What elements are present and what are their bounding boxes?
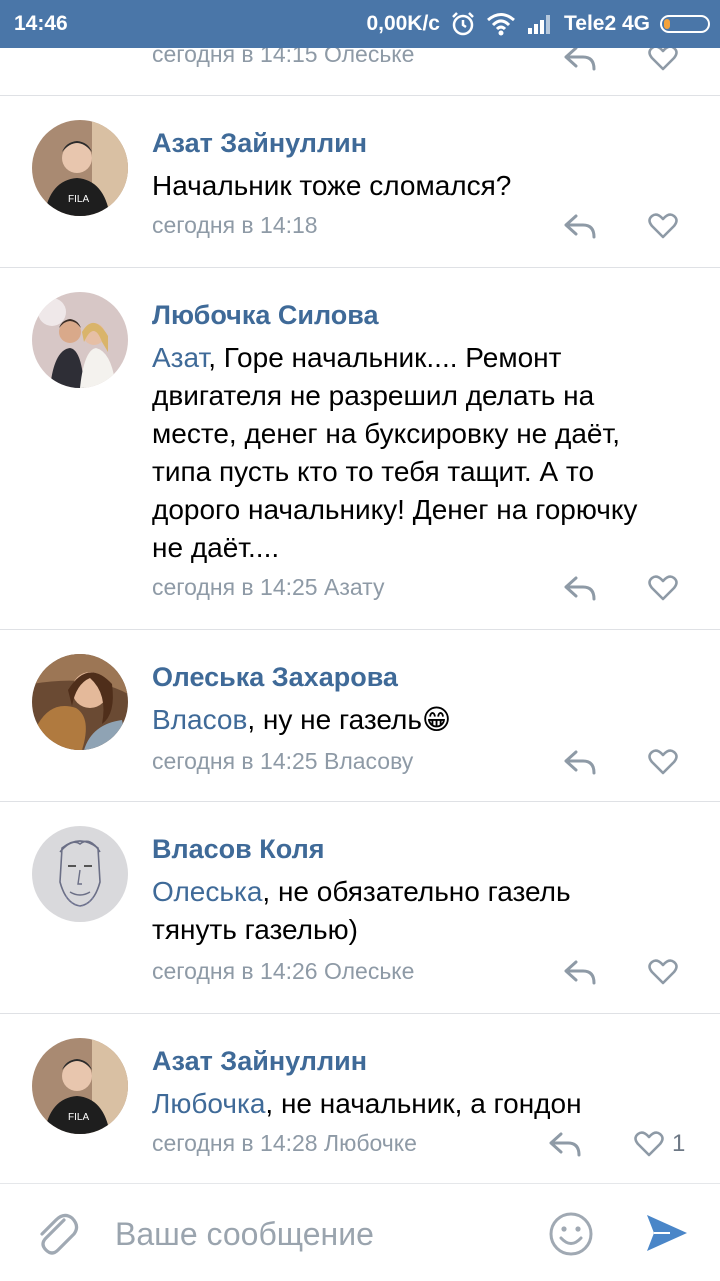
network-speed: 0,00K/c bbox=[366, 12, 440, 35]
comment-meta: сегодня в 14:28 Любочке bbox=[152, 1130, 417, 1156]
status-time: 14:46 bbox=[14, 12, 68, 35]
comment-item: FILA Азат Зайнуллин Любочка, не начальни… bbox=[0, 1014, 720, 1183]
heart-icon[interactable] bbox=[634, 1130, 664, 1158]
comment-text: Начальник тоже сломался? bbox=[152, 170, 512, 201]
wifi-icon bbox=[487, 13, 515, 36]
reply-icon[interactable] bbox=[563, 574, 597, 602]
comment-meta: сегодня в 14:18 bbox=[152, 212, 318, 238]
comment-item: FILA Азат Зайнуллин Начальник тоже слома… bbox=[0, 96, 720, 268]
signal-icon bbox=[528, 15, 550, 34]
emoji-icon[interactable] bbox=[548, 1211, 594, 1257]
heart-icon[interactable] bbox=[648, 212, 678, 240]
comment-author[interactable]: Олеська Захарова bbox=[152, 662, 398, 693]
svg-text:FILA: FILA bbox=[68, 1112, 89, 1123]
comment-meta: сегодня в 14:25 Власову bbox=[152, 748, 414, 774]
comment-meta: сегодня в 14:25 Азату bbox=[152, 574, 385, 600]
heart-icon[interactable] bbox=[648, 748, 678, 776]
reply-icon[interactable] bbox=[548, 1130, 582, 1158]
grinning-emoji: 😁 bbox=[421, 704, 452, 735]
svg-text:FILA: FILA bbox=[68, 194, 89, 205]
like-count: 1 bbox=[672, 1130, 686, 1157]
alarm-icon bbox=[452, 12, 474, 36]
avatar[interactable] bbox=[32, 292, 128, 388]
avatar[interactable]: FILA bbox=[32, 120, 128, 216]
message-composer: Ваше сообщение bbox=[0, 1183, 720, 1281]
attach-icon[interactable] bbox=[34, 1210, 80, 1258]
comment-text: Власов, ну не газель😁 bbox=[152, 704, 452, 735]
send-icon[interactable] bbox=[644, 1210, 690, 1256]
comment-item: Любочка Силова Азат, Горе начальник.... … bbox=[0, 268, 720, 630]
comment-author[interactable]: Азат Зайнуллин bbox=[152, 1046, 367, 1077]
comment-meta: сегодня в 14:26 Олеське bbox=[152, 958, 415, 984]
reply-icon[interactable] bbox=[563, 958, 597, 986]
comment-author[interactable]: Власов Коля bbox=[152, 834, 324, 865]
reply-icon[interactable] bbox=[563, 44, 597, 72]
comment-mention[interactable]: Власов bbox=[152, 704, 247, 735]
comment-author[interactable]: Любочка Силова bbox=[152, 300, 379, 331]
comment-author[interactable]: Азат Зайнуллин bbox=[152, 128, 367, 159]
comment-item: Власов Коля Олеська, не обязательно газе… bbox=[0, 802, 720, 1014]
heart-icon[interactable] bbox=[648, 44, 678, 72]
reply-icon[interactable] bbox=[563, 748, 597, 776]
comment-text: Любочка, не начальник, а гондон bbox=[152, 1088, 582, 1119]
heart-icon[interactable] bbox=[648, 958, 678, 986]
comment-mention[interactable]: Олеська bbox=[152, 876, 262, 907]
comment-mention[interactable]: Азат bbox=[152, 342, 208, 373]
avatar[interactable] bbox=[32, 826, 128, 922]
avatar[interactable]: FILA bbox=[32, 1038, 128, 1134]
avatar[interactable] bbox=[32, 654, 128, 750]
reply-icon[interactable] bbox=[563, 212, 597, 240]
heart-icon[interactable] bbox=[648, 574, 678, 602]
carrier-label: Tele2 4G bbox=[564, 12, 650, 35]
message-input[interactable]: Ваше сообщение bbox=[115, 1216, 374, 1253]
comment-item: Олеська Захарова Власов, ну не газель😁 с… bbox=[0, 630, 720, 802]
comment-mention[interactable]: Любочка bbox=[152, 1088, 265, 1119]
comment-text: Азат, Горе начальник.... Ремонт двигател… bbox=[152, 342, 638, 563]
comment-text: Олеська, не обязательно газель тянуть га… bbox=[152, 876, 571, 945]
status-bar: 14:46 0,00K/c Tele2 4G bbox=[0, 0, 720, 48]
battery-icon bbox=[660, 15, 710, 33]
